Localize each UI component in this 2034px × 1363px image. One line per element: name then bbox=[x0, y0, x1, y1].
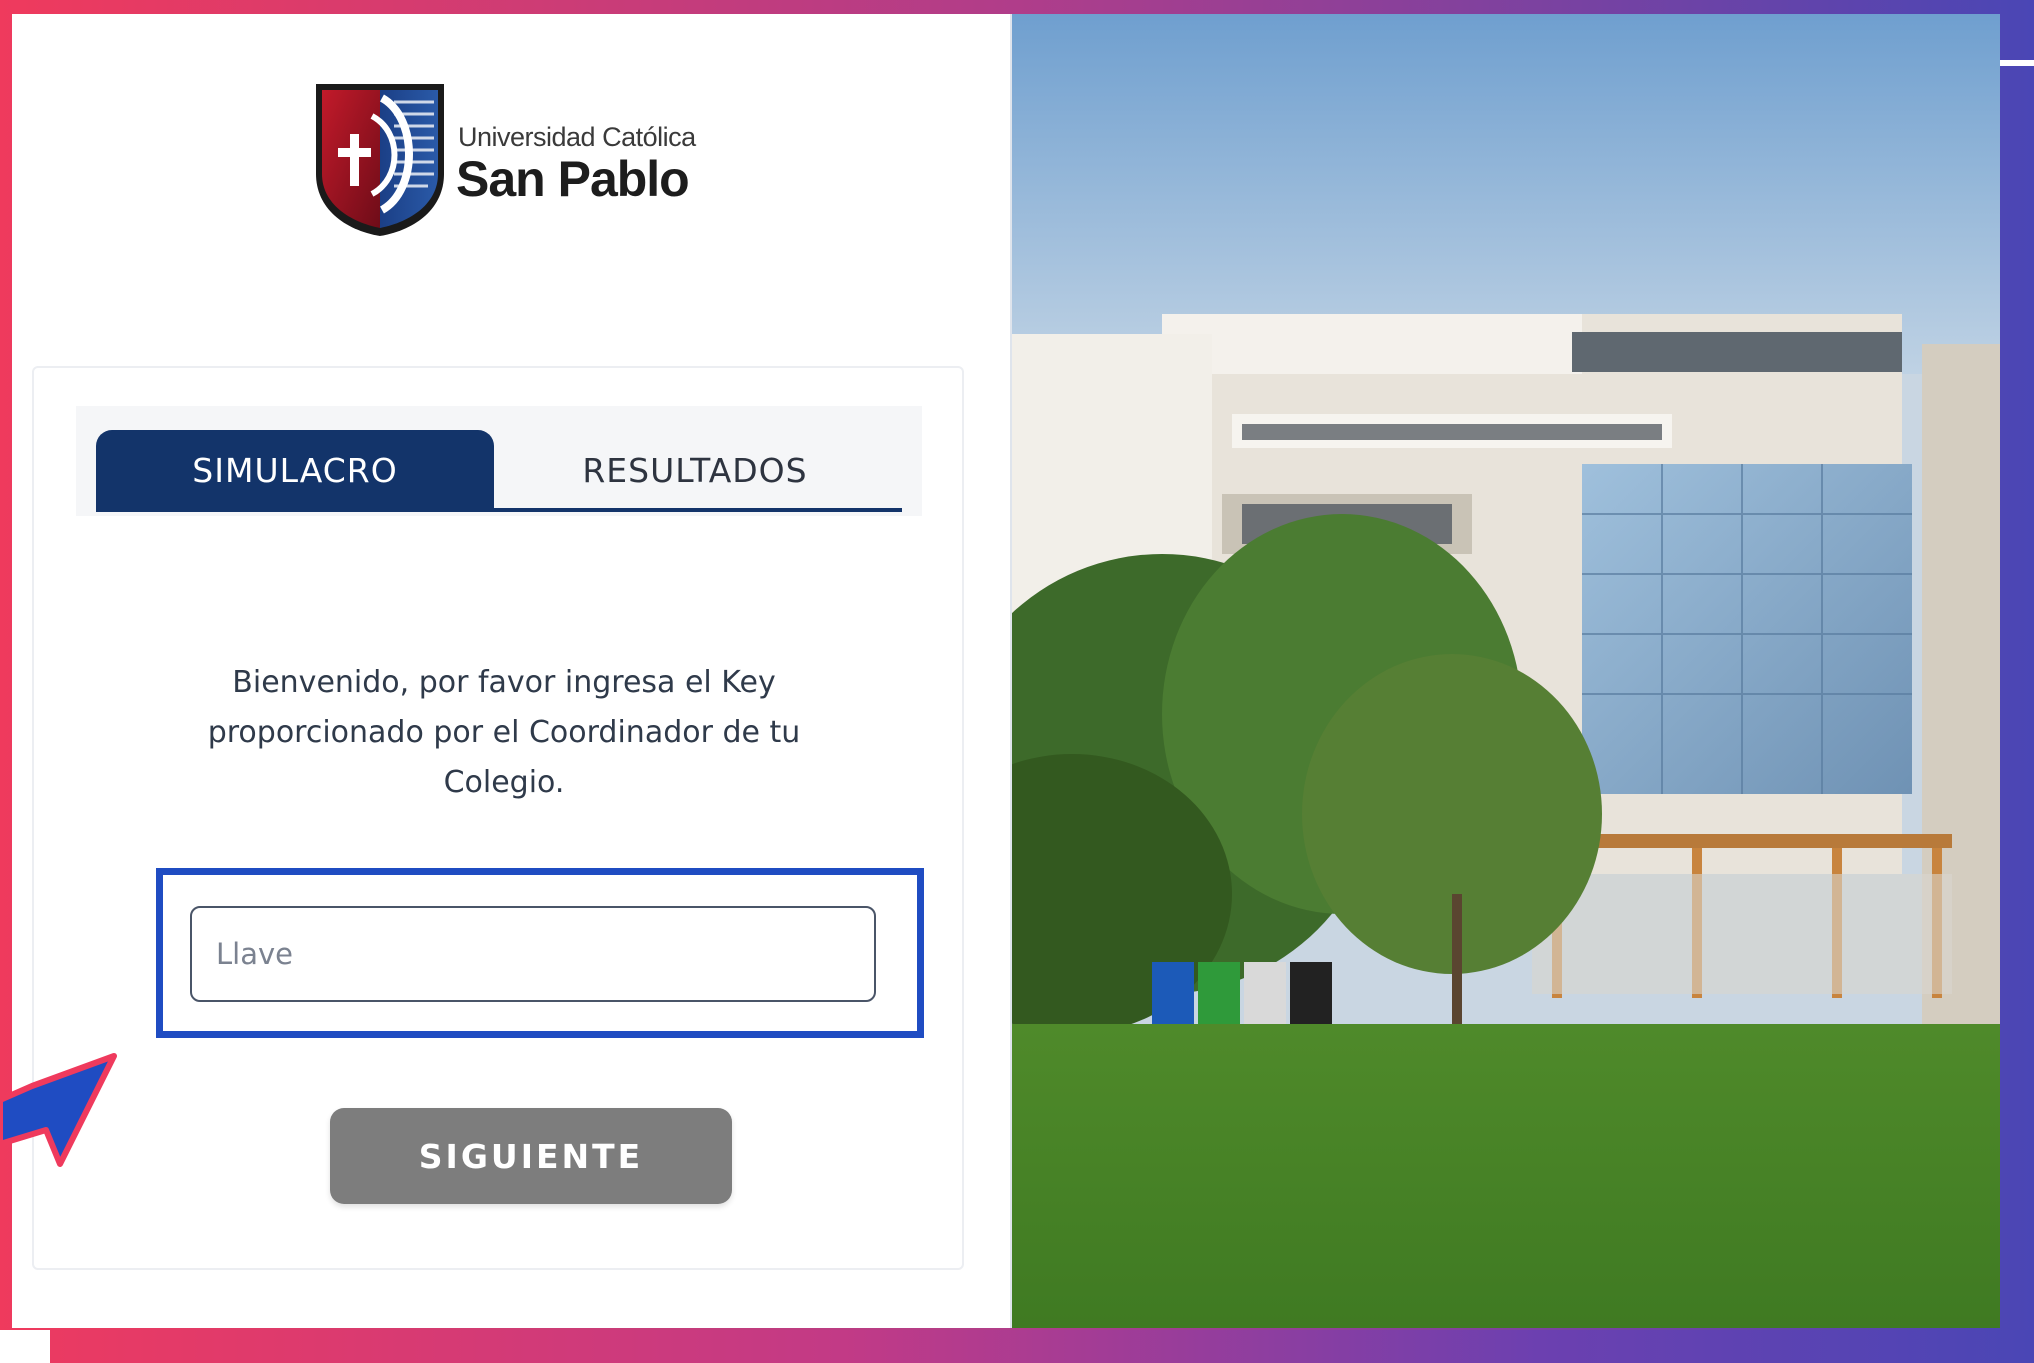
login-card: SIMULACRO RESULTADOS Bienvenido, por fav… bbox=[32, 366, 964, 1270]
key-input[interactable] bbox=[190, 906, 876, 1002]
tab-simulacro[interactable]: SIMULACRO bbox=[96, 430, 494, 510]
university-logo: Universidad Católica San Pablo bbox=[310, 78, 710, 248]
frame-corner bbox=[0, 1330, 50, 1363]
tutorial-frame-bottom bbox=[50, 1330, 2034, 1363]
campus-photo-image bbox=[1012, 14, 2000, 1328]
university-shield-logo-icon bbox=[316, 84, 444, 236]
tabs-bar: SIMULACRO RESULTADOS bbox=[76, 406, 922, 516]
next-button[interactable]: SIGUIENTE bbox=[330, 1108, 732, 1204]
tutorial-frame-accent bbox=[2000, 60, 2034, 66]
brand-name-big: San Pablo bbox=[456, 151, 690, 207]
pointer-arrow-icon bbox=[0, 1053, 117, 1167]
login-panel: Universidad Católica San Pablo SIMULACRO… bbox=[12, 14, 1010, 1328]
welcome-message: Bienvenido, por favor ingresa el Key pro… bbox=[207, 665, 801, 800]
campus-photo bbox=[1010, 14, 2000, 1328]
tab-resultados[interactable]: RESULTADOS bbox=[496, 430, 894, 510]
tab-underline bbox=[96, 508, 902, 512]
login-screen: Universidad Católica San Pablo SIMULACRO… bbox=[12, 14, 2000, 1328]
brand-name-small: Universidad Católica bbox=[458, 122, 696, 152]
